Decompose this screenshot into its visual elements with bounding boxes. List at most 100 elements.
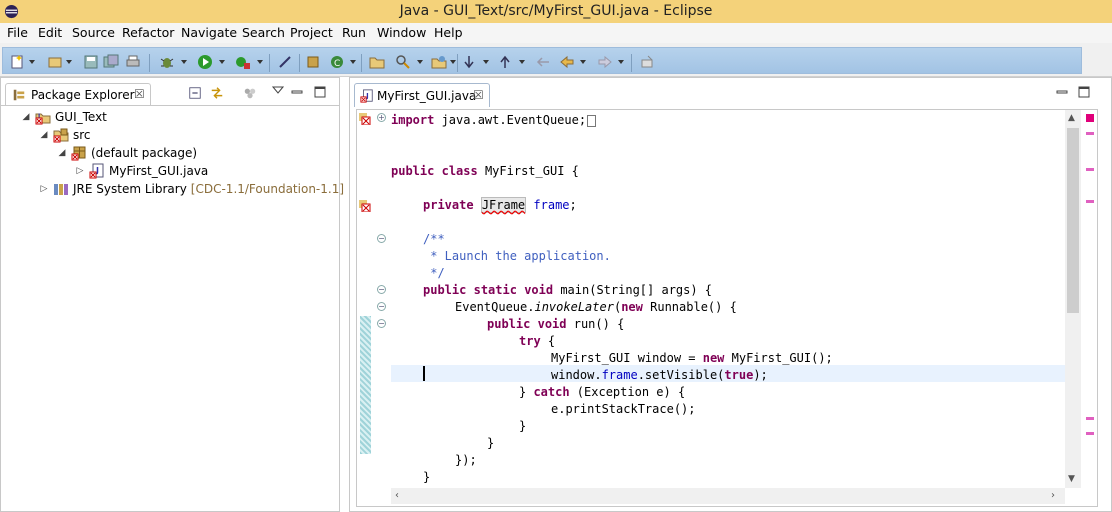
vertical-scrollbar[interactable]: ▲ ▼ [1065, 110, 1081, 488]
vertical-ruler: + − − − − [357, 110, 391, 506]
save-icon[interactable] [83, 54, 99, 70]
code-line-8: /** [423, 232, 445, 246]
menu-edit[interactable]: Edit [38, 25, 62, 40]
menu-window[interactable]: Window [377, 25, 426, 40]
code-line-17: } catch (Exception e) { [519, 385, 686, 399]
forward-icon[interactable] [597, 54, 613, 70]
menu-file[interactable]: File [7, 25, 28, 40]
menu-source[interactable]: Source [72, 25, 115, 40]
code-line-18: e.printStackTrace(); [551, 402, 696, 416]
menu-help[interactable]: Help [434, 25, 463, 40]
tree-item-default-package[interactable]: ◢ (default package) [57, 144, 197, 162]
window-title: Java - GUI_Text/src/MyFirst_GUI.java - E… [399, 3, 713, 19]
editor-tab-label: MyFirst_GUI.java [377, 89, 477, 103]
package-explorer-label: Package Explorer [31, 88, 135, 102]
collapse-fold-icon[interactable]: − [377, 285, 386, 294]
text-caret [423, 366, 425, 381]
new-package-icon[interactable] [305, 54, 321, 70]
expanded-arrow-icon[interactable]: ◢ [57, 148, 67, 158]
code-line-11: public static void main(String[] args) { [423, 283, 713, 297]
error-overview-mark[interactable] [1086, 132, 1094, 135]
tab-package-explorer[interactable]: Package Explorer ☒ [5, 83, 151, 105]
close-icon[interactable]: ☒ [134, 87, 145, 101]
editor-panel: J MyFirst_GUI.java ☒ + − − − − import ja… [349, 77, 1112, 512]
scroll-up-icon[interactable]: ▲ [1068, 113, 1075, 123]
code-line-10: */ [423, 266, 445, 280]
collapse-fold-icon[interactable]: − [377, 319, 386, 328]
error-summary-icon[interactable] [1086, 114, 1094, 122]
minimize-icon[interactable] [1056, 86, 1068, 101]
code-line-9: * Launch the application. [423, 249, 611, 263]
error-overview-mark[interactable] [1086, 432, 1094, 435]
code-line-1: import java.awt.EventQueue; [391, 112, 597, 129]
code-line-14: try { [519, 334, 556, 348]
code-line-19: } [519, 419, 527, 433]
code-line-13: public void run() { [487, 317, 625, 331]
expanded-arrow-icon[interactable]: ◢ [39, 130, 49, 140]
collapse-all-icon[interactable] [188, 86, 202, 103]
save-all-icon[interactable] [103, 54, 119, 70]
code-line-15: MyFirst_GUI window = new MyFirst_GUI(); [551, 351, 833, 365]
open-type-icon[interactable] [47, 54, 63, 70]
scroll-right-icon[interactable]: › [1051, 490, 1055, 501]
folded-imports-box[interactable] [587, 114, 597, 127]
prev-annotation-icon[interactable] [497, 54, 513, 70]
error-marker-icon[interactable] [359, 200, 371, 212]
tree-item-java-file[interactable]: ▷ J MyFirst_GUI.java [75, 162, 208, 180]
overview-ruler [1083, 110, 1097, 488]
link-with-editor-icon[interactable] [209, 86, 225, 103]
tree-label-default-package: (default package) [91, 146, 198, 160]
open-folder-icon[interactable] [369, 54, 385, 70]
tree-item-project[interactable]: ◢ J GUI_Text [21, 108, 107, 126]
collapsed-arrow-icon[interactable]: ▷ [39, 184, 49, 194]
expand-fold-icon[interactable]: + [377, 113, 386, 122]
search-icon[interactable] [395, 54, 411, 70]
new-icon[interactable] [9, 54, 25, 70]
menu-project[interactable]: Project [290, 25, 333, 40]
horizontal-scrollbar[interactable]: ‹ › [391, 488, 1065, 504]
tree-item-jre-library[interactable]: ▷ JRE System Library [CDC-1.1/Foundation… [39, 180, 344, 198]
error-overview-mark[interactable] [1086, 200, 1094, 203]
collapsed-arrow-icon[interactable]: ▷ [75, 166, 85, 176]
menu-bar: File Edit Source Refactor Navigate Searc… [0, 23, 1112, 43]
open-task-icon[interactable] [431, 54, 447, 70]
menu-run[interactable]: Run [342, 25, 366, 40]
next-annotation-icon[interactable] [461, 54, 477, 70]
tree-label-jre-library: JRE System Library [73, 182, 187, 196]
focus-icon[interactable] [242, 86, 258, 103]
code-area[interactable]: import java.awt.EventQueue; public class… [391, 110, 1067, 490]
menu-navigate[interactable]: Navigate [181, 25, 237, 40]
close-icon[interactable]: ☒ [473, 88, 484, 102]
expanded-arrow-icon[interactable]: ◢ [21, 112, 31, 122]
run-icon[interactable] [197, 54, 213, 70]
tab-myfirst-gui-java[interactable]: J MyFirst_GUI.java ☒ [354, 83, 490, 107]
scroll-down-icon[interactable]: ▼ [1068, 474, 1075, 484]
scroll-thumb[interactable] [1067, 128, 1079, 313]
back-icon[interactable] [559, 54, 575, 70]
scroll-left-icon[interactable]: ‹ [395, 490, 399, 501]
maximize-icon[interactable] [1078, 86, 1090, 101]
pin-editor-icon[interactable] [639, 54, 655, 70]
code-line-20: } [487, 436, 495, 450]
error-overview-mark[interactable] [1086, 417, 1094, 420]
maximize-icon[interactable] [314, 86, 326, 101]
error-marker-icon[interactable] [359, 113, 371, 125]
source-folder-icon [53, 127, 69, 143]
print-icon[interactable] [125, 54, 141, 70]
menu-refactor[interactable]: Refactor [122, 25, 174, 40]
minimize-icon[interactable] [291, 86, 303, 101]
tree-item-src[interactable]: ◢ src [39, 126, 91, 144]
package-explorer-panel: Package Explorer ☒ ◢ J GUI_Text ◢ src ◢ [0, 77, 344, 512]
debug-icon[interactable] [159, 54, 175, 70]
last-edit-icon[interactable] [535, 54, 551, 70]
new-class-icon[interactable]: C [329, 54, 345, 70]
collapse-fold-icon[interactable]: − [377, 234, 386, 243]
external-tools-icon[interactable] [235, 54, 251, 70]
view-menu-icon[interactable] [271, 84, 285, 98]
skip-breakpoints-icon[interactable] [277, 54, 293, 70]
menu-search[interactable]: Search [242, 25, 285, 40]
error-overview-mark[interactable] [1086, 168, 1094, 171]
code-editor[interactable]: + − − − − import java.awt.EventQueue; pu… [356, 109, 1098, 507]
code-line-16: window.frame.setVisible(true); [551, 368, 768, 382]
collapse-fold-icon[interactable]: − [377, 302, 386, 311]
